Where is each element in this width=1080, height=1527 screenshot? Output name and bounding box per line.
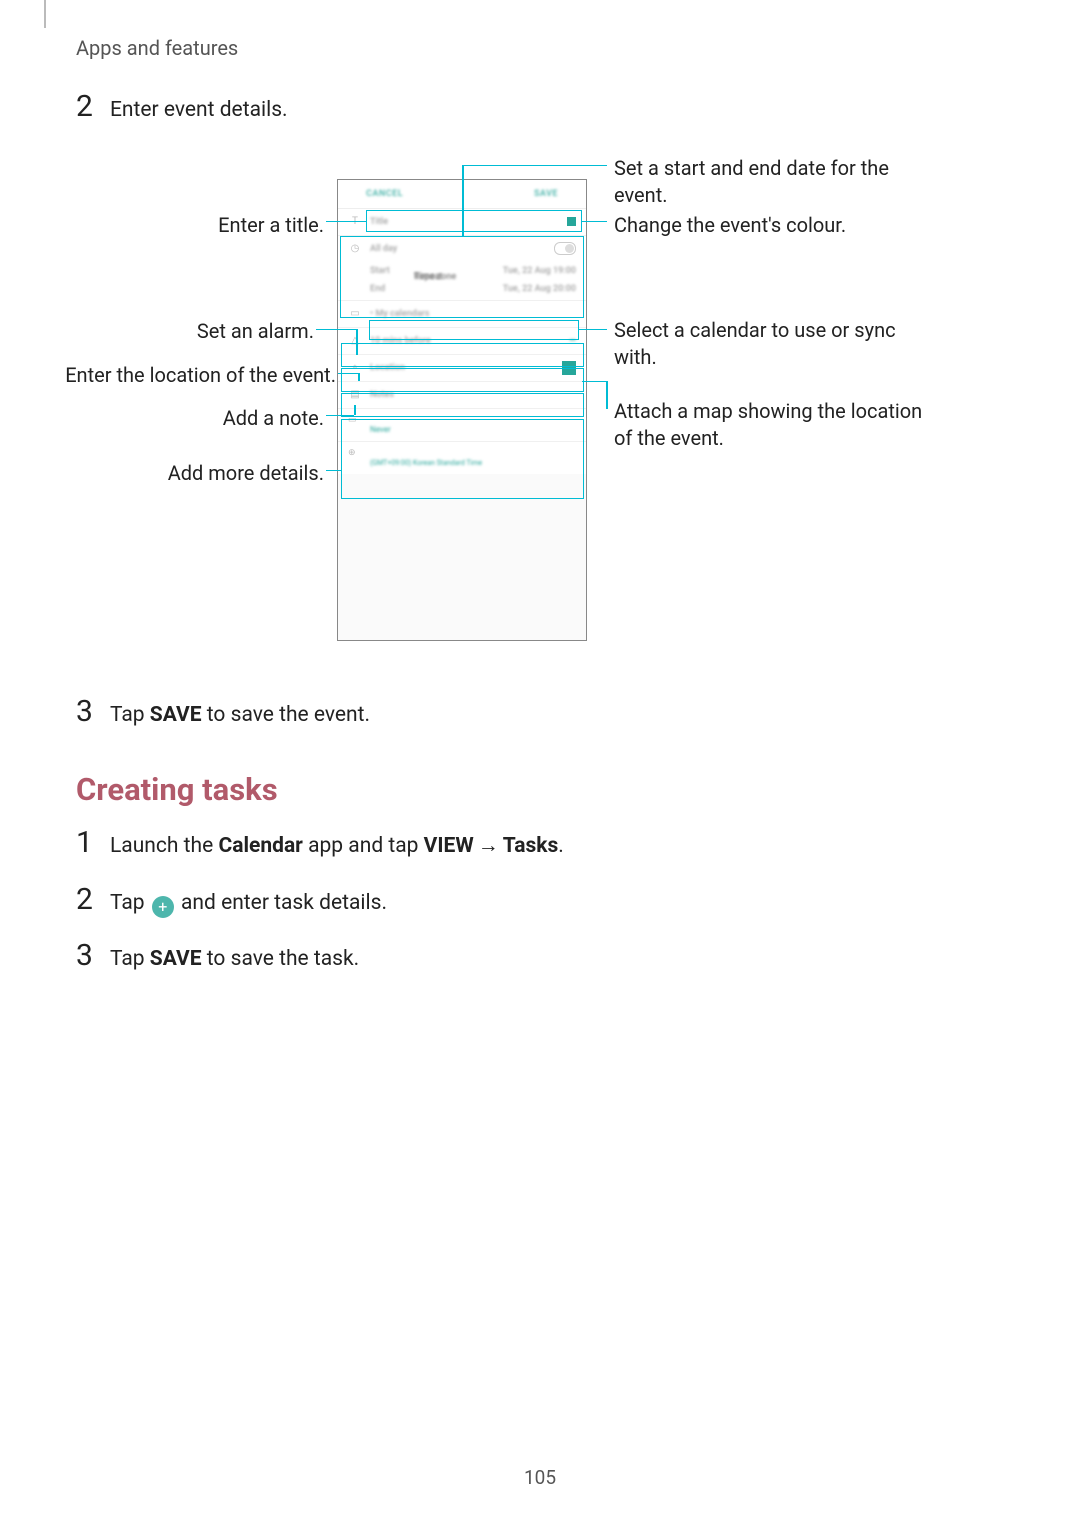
color-chip[interactable] bbox=[567, 217, 576, 226]
end-time[interactable]: Tue, 22 Aug 20:00 bbox=[503, 284, 576, 294]
page-number: 105 bbox=[0, 1466, 1080, 1489]
reminder-delete[interactable]: — bbox=[569, 336, 576, 346]
end-label: End bbox=[370, 284, 385, 294]
location-row[interactable]: ⌖ Location bbox=[338, 355, 586, 382]
step-number: 2 bbox=[76, 92, 110, 122]
task-step-1: 1 Launch the Calendar app and tap VIEW→T… bbox=[76, 828, 1016, 863]
start-label: Start bbox=[370, 266, 390, 276]
repeat-row[interactable]: ▭ Repeat Never bbox=[338, 409, 586, 442]
header-tick bbox=[44, 0, 46, 28]
step-number: 3 bbox=[76, 697, 110, 727]
location-field[interactable]: Location bbox=[370, 363, 405, 373]
calendar-row[interactable]: ▭ • My calendars bbox=[338, 301, 586, 328]
allday-toggle[interactable] bbox=[554, 242, 576, 255]
callout-more: Add more details. bbox=[66, 460, 324, 487]
arrow-icon: → bbox=[478, 834, 499, 858]
step-number: 1 bbox=[76, 828, 110, 858]
repeat-icon: ▭ bbox=[348, 415, 362, 425]
step-number: 3 bbox=[76, 941, 110, 971]
line-more bbox=[326, 470, 341, 472]
step-text: Enter event details. bbox=[110, 95, 288, 127]
clock-icon: ◷ bbox=[348, 243, 362, 254]
step-text: Tap SAVE to save the task. bbox=[110, 944, 359, 976]
plus-icon: + bbox=[152, 896, 174, 918]
tz-label: Time zone bbox=[414, 272, 1080, 282]
allday-row[interactable]: ◷ All day bbox=[338, 236, 586, 262]
line-map-h bbox=[582, 381, 607, 383]
phone-mock: CANCEL SAVE T Title ◷ All day Start Tue,… bbox=[337, 179, 587, 641]
pin-icon: ⌖ bbox=[348, 362, 362, 373]
callout-location: Enter the location of the event. bbox=[56, 362, 336, 389]
line-location-h bbox=[338, 373, 358, 375]
line-color bbox=[582, 221, 607, 223]
callout-title: Enter a title. bbox=[66, 212, 324, 239]
event-figure: Enter a title. Set an alarm. Enter the l… bbox=[76, 157, 1016, 667]
end-row[interactable]: End Tue, 22 Aug 20:00 bbox=[338, 280, 586, 301]
notes-field[interactable]: Notes bbox=[370, 390, 394, 400]
callout-color: Change the event's colour. bbox=[614, 212, 934, 239]
step-2: 2 Enter event details. bbox=[76, 92, 1016, 127]
callout-calendar: Select a calendar to use or sync with. bbox=[614, 317, 934, 371]
page-header: Apps and features bbox=[76, 36, 238, 60]
step-3: 3 Tap SAVE to save the event. bbox=[76, 697, 1016, 732]
timezone-row[interactable]: ⊕ Time zone (GMT+09:00) Korean Standard … bbox=[338, 442, 586, 474]
allday-label: All day bbox=[370, 244, 397, 254]
globe-icon: ⊕ bbox=[348, 448, 362, 458]
line-note-v bbox=[354, 405, 356, 415]
calendar-icon: ▭ bbox=[348, 308, 362, 319]
reminder-label: 10 mins before bbox=[370, 336, 431, 346]
callout-date: Set a start and end date for the event. bbox=[614, 155, 934, 209]
notes-row[interactable]: ▤ Notes bbox=[338, 382, 586, 409]
step-text: Launch the Calendar app and tap VIEW→Tas… bbox=[110, 831, 564, 863]
line-location-v bbox=[358, 373, 360, 381]
bell-icon: △ bbox=[348, 335, 362, 346]
line-title bbox=[326, 221, 366, 223]
callout-map: Attach a map showing the location of the… bbox=[614, 398, 934, 452]
repeat-value: Never bbox=[370, 425, 391, 434]
map-button[interactable] bbox=[562, 361, 576, 375]
task-step-2: 2 Tap + and enter task details. bbox=[76, 885, 1016, 920]
line-date-h bbox=[462, 165, 607, 167]
line-date-v bbox=[462, 165, 464, 236]
cancel-button[interactable]: CANCEL bbox=[366, 189, 403, 199]
calendar-label: • My calendars bbox=[370, 309, 430, 319]
line-note-h bbox=[326, 415, 354, 417]
reminder-row[interactable]: △ 10 mins before — bbox=[338, 328, 586, 355]
callout-note: Add a note. bbox=[66, 405, 324, 432]
line-calendar bbox=[579, 329, 607, 331]
step-number: 2 bbox=[76, 885, 110, 915]
line-alarm-h bbox=[316, 329, 356, 331]
save-button[interactable]: SAVE bbox=[534, 189, 558, 199]
line-map-v bbox=[606, 381, 608, 409]
line-alarm-v bbox=[356, 329, 358, 355]
task-step-3: 3 Tap SAVE to save the task. bbox=[76, 941, 1016, 976]
step-text: Tap + and enter task details. bbox=[110, 888, 387, 920]
step-text: Tap SAVE to save the event. bbox=[110, 700, 370, 732]
title-field[interactable]: Title bbox=[370, 217, 388, 227]
section-heading: Creating tasks bbox=[76, 771, 1016, 808]
note-icon: ▤ bbox=[348, 389, 362, 400]
tz-value: (GMT+09:00) Korean Standard Time bbox=[370, 459, 482, 467]
callout-alarm: Set an alarm. bbox=[66, 318, 314, 345]
